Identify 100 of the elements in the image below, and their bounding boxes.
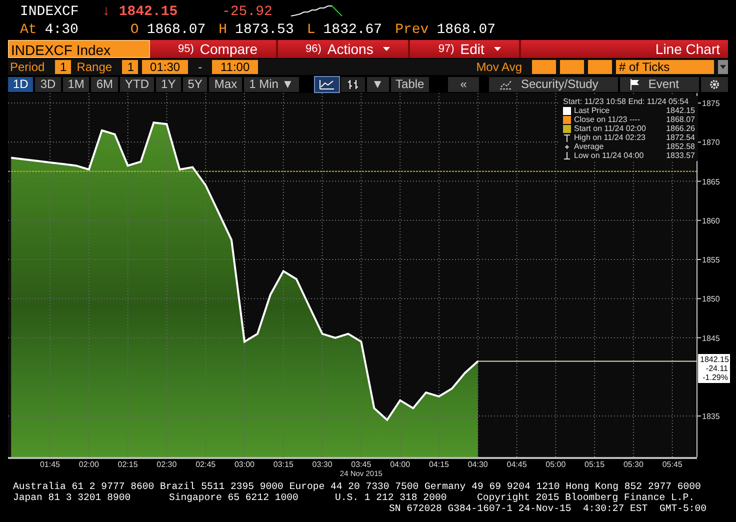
legend-label: Average (574, 142, 604, 151)
input-field[interactable] (560, 60, 584, 74)
legend-label: Last Price (574, 106, 610, 115)
stat-value: 4:30 (44, 22, 78, 38)
x-tick-label: 05:30 (623, 460, 644, 469)
stat-value: 1873.53 (235, 22, 294, 38)
legend-value: 1872.54 (666, 133, 695, 142)
settings-button[interactable] (701, 77, 728, 92)
range-tab[interactable]: Max (209, 77, 242, 92)
range-tab[interactable]: 1M (62, 77, 90, 92)
back-button[interactable]: « (448, 77, 479, 92)
footer-text: SN 672028 G384-1607-1 24-Nov-15 4:30:27 EST GMT-5:00 (389, 503, 706, 514)
chart-tool-button[interactable] (340, 77, 365, 92)
range-tab[interactable]: 3D (35, 77, 61, 92)
stat-label: At (20, 22, 37, 38)
period-label: Period (10, 60, 45, 74)
footer-text: Copyright 2015 Bloomberg Finance L.P. (477, 492, 695, 503)
security-symbol: INDEXCF (20, 4, 80, 20)
caret-icon (383, 47, 390, 51)
y-tick-label: 1860 (702, 216, 720, 226)
tag-value: 1842.15 (700, 355, 728, 364)
footer-text: Australia 61 2 9777 8600 Brazil 5511 2395 9000 Europe 44 20 7330 7500 Germany 49 69 9204 1210 Hong Kong 852 2977 6000 (13, 481, 702, 492)
y-tick-label: 1875 (702, 99, 720, 108)
range-tab[interactable]: 1Y (156, 77, 181, 92)
legend-value: 1868.07 (666, 115, 695, 124)
table-button[interactable]: Table (390, 77, 430, 92)
legend-label: High on 11/24 02:23 (574, 133, 646, 142)
legend-value: 1866.26 (666, 124, 695, 133)
stat-label: L (306, 22, 316, 38)
x-tick-label: 01:45 (40, 460, 60, 469)
end-time-field[interactable]: 11:00 (212, 60, 258, 74)
period-field[interactable]: 1 (54, 60, 71, 74)
x-tick-label: 05:15 (584, 460, 605, 469)
stat-value: 1868.07 (146, 22, 206, 38)
x-tick-label: 02:15 (118, 460, 138, 469)
bars-icon (346, 79, 359, 90)
high-marker-icon (563, 134, 571, 142)
chart-tool-button[interactable] (314, 77, 339, 92)
range-tab[interactable]: YTD (120, 77, 154, 92)
security-study-button[interactable]: Security/Study (488, 77, 618, 92)
last-price: ↓ 1842.15 (102, 4, 179, 20)
ticks-dropdown[interactable]: # of Ticks (616, 60, 714, 74)
x-tick-label: 03:30 (312, 460, 332, 469)
x-tick-label: 02:30 (156, 460, 177, 469)
tag-value: -1.29% (702, 373, 728, 382)
tag-value: -24.11 (704, 364, 728, 373)
legend-header: Start: 11/23 10:58 End: 11/24 05:54 (563, 97, 689, 106)
y-tick-label: 1835 (702, 412, 720, 421)
range-field[interactable]: 1 (122, 60, 138, 74)
stat-label: Prev (395, 22, 429, 38)
footer-text: U.S. 1 212 318 2000 (335, 492, 448, 503)
range-tab[interactable]: 1D (8, 77, 34, 92)
tool-menu-button[interactable]: ▼ (366, 77, 389, 92)
x-tick-label: 04:30 (468, 460, 488, 469)
range-separator: - (198, 60, 202, 74)
legend-label: Start on 11/24 02:00 (574, 124, 646, 133)
input-field[interactable] (588, 60, 612, 74)
interval-dropdown[interactable]: 1 Min ▼ (244, 77, 299, 92)
stat-value: 1868.07 (436, 22, 496, 38)
event-button[interactable]: Event (620, 77, 699, 92)
stat-value: 1832.67 (323, 22, 382, 38)
chart-type-label: Line Chart (655, 40, 721, 58)
x-tick-label: 04:00 (390, 460, 410, 469)
stat-label: H (218, 22, 228, 38)
x-tick-label: 04:45 (506, 460, 527, 469)
x-tick-label: 03:45 (351, 460, 372, 469)
legend-label: Low on 11/24 04:00 (574, 151, 644, 160)
y-tick-label: 1855 (702, 256, 720, 264)
average-marker-icon (563, 142, 571, 150)
legend-value: 1842.15 (666, 106, 695, 115)
x-tick-label: 04:15 (428, 460, 449, 469)
y-tick-label: 1865 (702, 177, 720, 186)
start-time-field[interactable]: 01:30 (142, 60, 188, 74)
x-tick-label: 03:00 (234, 460, 254, 469)
caret-icon (494, 47, 502, 51)
x-tick-label: 05:45 (662, 460, 682, 469)
study-icon (498, 80, 513, 90)
range-label: Range (76, 60, 112, 74)
x-tick-label: 03:15 (273, 460, 294, 469)
x-tick-label: 02:45 (196, 460, 216, 469)
x-tick-label: 05:00 (546, 460, 566, 469)
settings-icon (709, 79, 720, 90)
flag-icon (630, 79, 640, 90)
y-tick-label: 1845 (702, 334, 720, 343)
range-tab[interactable]: 5Y (182, 77, 208, 92)
line-chart-icon (318, 79, 335, 90)
range-tab[interactable]: 6M (91, 77, 118, 92)
legend-label: Close on 11/23 ---- (574, 115, 640, 124)
low-marker-icon (563, 152, 571, 160)
legend-value: 1833.57 (666, 151, 695, 160)
y-tick-label: 1850 (702, 294, 720, 304)
stat-label: O (130, 22, 139, 38)
footer-text: Singapore 65 6212 1000 (169, 492, 300, 503)
input-field[interactable] (532, 60, 556, 74)
moving-average-label: Mov Avg (476, 60, 522, 74)
security-field[interactable]: INDEXCF Index (8, 40, 150, 58)
legend-value: 1852.58 (666, 142, 695, 151)
x-tick-label: 02:00 (78, 460, 99, 469)
price-change: -25.92 (222, 4, 274, 20)
footer-text: Japan 81 3 3201 8900 (13, 492, 132, 503)
